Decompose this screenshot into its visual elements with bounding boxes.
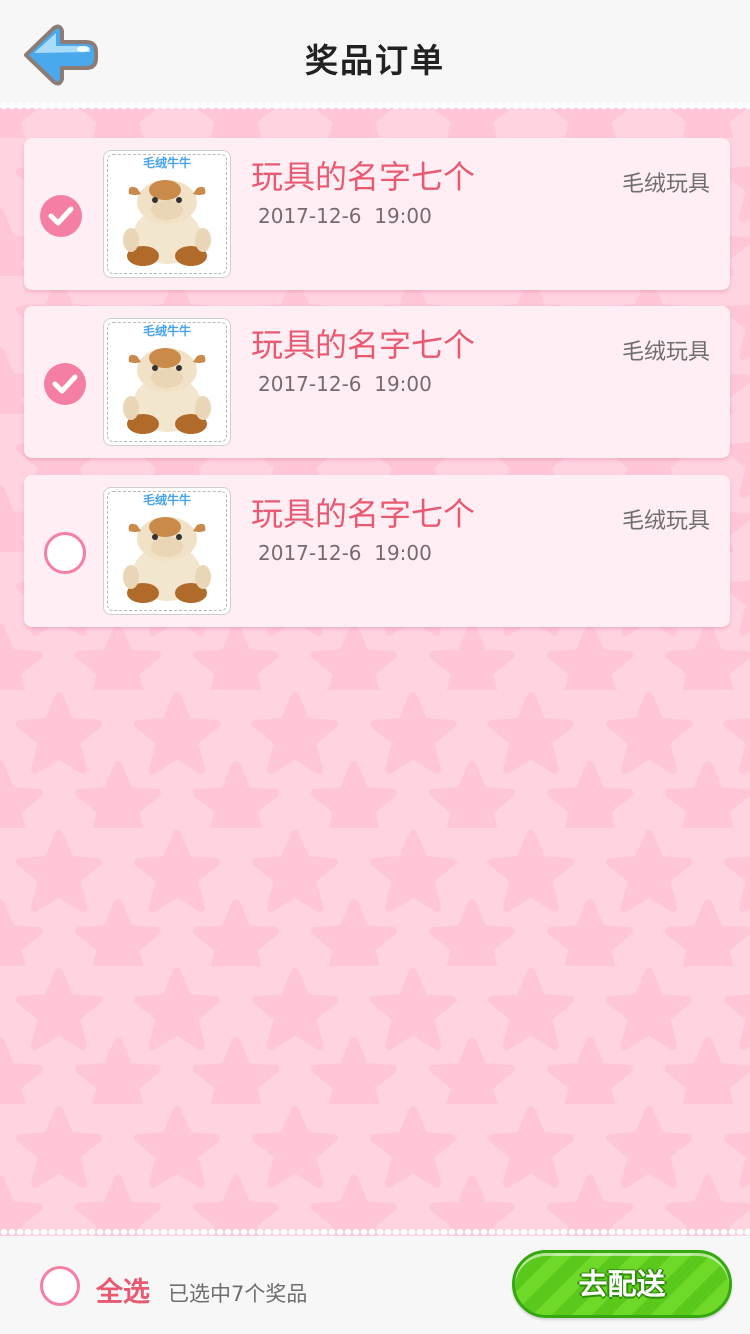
toy-category: 毛绒玩具 [621,340,710,365]
order-date: 2017-12-6 19:00 [258,541,432,565]
footer-scallop-edge [0,1228,750,1236]
toy-thumbnail[interactable]: 毛绒牛牛 [103,318,231,446]
item-checkbox-checked[interactable] [40,195,82,237]
toy-name: 玩具的名字七个 [251,495,476,533]
selected-count-text: 已选中7个奖品 [168,1282,308,1306]
toy-name: 玩具的名字七个 [251,158,476,196]
checkmark-icon [48,206,74,226]
order-item[interactable]: 毛绒牛牛 玩具的名字七个 2017-12-6 19:00 毛绒玩具 [24,138,730,290]
bottom-action-bar: 全选 已选中7个奖品 去配送 [0,1236,750,1334]
item-checkbox-unchecked[interactable] [44,532,86,574]
go-deliver-label: 去配送 [578,1267,666,1301]
toy-name: 玩具的名字七个 [251,326,476,364]
toy-category: 毛绒玩具 [621,509,710,534]
plush-cow-image [123,517,211,603]
select-all-checkbox[interactable] [40,1266,80,1306]
toy-thumbnail[interactable]: 毛绒牛牛 [103,487,231,615]
plush-cow-image [123,180,211,266]
toy-thumbnail[interactable]: 毛绒牛牛 [103,150,231,278]
order-date: 2017-12-6 19:00 [258,372,432,396]
order-date: 2017-12-6 19:00 [258,204,432,228]
page-title: 奖品订单 [305,41,445,80]
checkmark-icon [52,374,78,394]
select-all-label[interactable]: 全选 [96,1270,150,1309]
order-item[interactable]: 毛绒牛牛 玩具的名字七个 2017-12-6 19:00 毛绒玩具 [24,306,730,458]
item-checkbox-checked[interactable] [44,363,86,405]
go-deliver-button[interactable]: 去配送 [512,1250,732,1318]
plush-cow-image [123,348,211,434]
nav-header: 奖品订单 [0,0,750,108]
order-item[interactable]: 毛绒牛牛 玩具的名字七个 2017-12-6 19:00 毛绒玩具 [24,475,730,627]
toy-category: 毛绒玩具 [621,172,710,197]
header-scallop-edge [0,102,750,110]
